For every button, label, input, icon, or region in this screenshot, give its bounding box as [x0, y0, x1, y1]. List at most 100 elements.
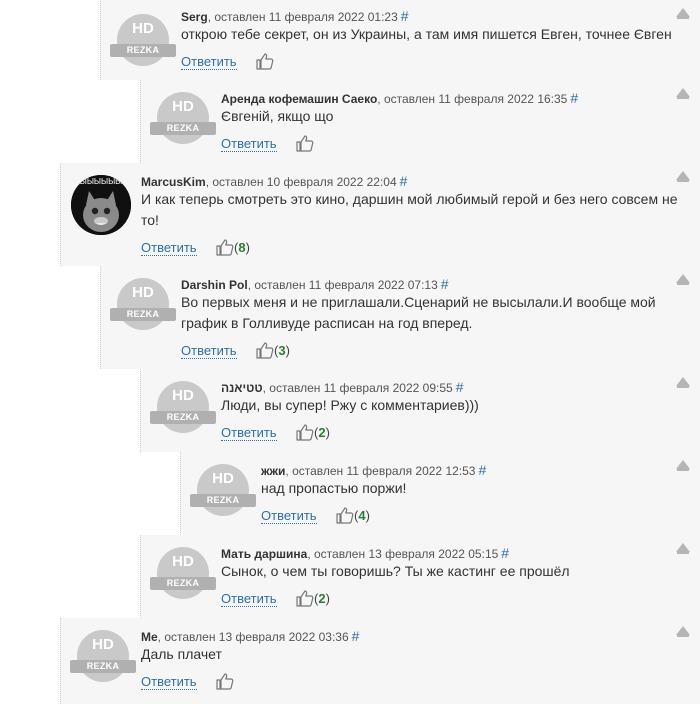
reply-button[interactable]: Ответить — [141, 675, 197, 690]
comment-author[interactable]: жжи — [261, 464, 285, 478]
avatar-hd-text: HD — [132, 20, 154, 37]
permalink-hash[interactable]: # — [352, 628, 360, 644]
avatar[interactable]: HD REZKA — [70, 630, 136, 682]
comment-date: , оставлен 13 февраля 2022 05:15 — [307, 547, 499, 561]
comment-text: Сынок, о чем ты говоришь? Ты же кастинг … — [221, 563, 570, 579]
avatar-caption: ЫЫЫЫЫЫ — [79, 177, 123, 186]
permalink-hash[interactable]: # — [400, 173, 408, 189]
permalink-hash[interactable]: # — [570, 90, 578, 106]
avatar-hd-text: HD — [212, 470, 234, 487]
comment-date: , оставлен 11 февраля 2022 09:55 — [262, 381, 453, 395]
comment-meta: Мать даршина, оставлен 13 февраля 2022 0… — [221, 545, 509, 561]
avatar[interactable]: HD REZKA — [150, 92, 216, 144]
avatar[interactable]: HD REZKA — [110, 278, 176, 330]
reply-button[interactable]: Ответить — [221, 592, 277, 607]
comment: HD REZKA טטיאנה, оставлен 11 февраля 2022 … — [140, 369, 700, 452]
avatar-rezka-text: REZKA — [150, 122, 216, 135]
avatar-hd-text: HD — [172, 387, 194, 404]
reply-button[interactable]: Ответить — [181, 55, 237, 70]
comment-meta: жжи, оставлен 11 февраля 2022 12:53 # — [261, 462, 486, 478]
comment-meta: טטיאנה, оставлен 11 февраля 2022 09:55 # — [221, 379, 463, 395]
comment-author[interactable]: Мать даршина — [221, 547, 307, 561]
comment-author[interactable]: Аренда кофемашин Саеко — [221, 92, 377, 106]
comment-meta: Darshin Pol, оставлен 11 февраля 2022 07… — [181, 276, 449, 292]
avatar[interactable]: ЫЫЫЫЫЫ — [71, 175, 131, 235]
comment-text: Євгеній, якщо що — [221, 108, 334, 124]
comments-thread: HD REZKA Serg, оставлен 11 февраля 2022 01… — [0, 0, 700, 704]
report-icon[interactable] — [674, 375, 692, 389]
avatar-rezka-text: REZKA — [110, 308, 176, 321]
comment-author[interactable]: Me — [141, 630, 158, 644]
comment: HD REZKA Аренда кофемашин Саеко, оставлен … — [140, 80, 700, 163]
comment-text: Люди, вы супер! Ржу с комментариев))) — [221, 397, 479, 413]
comment-date: , оставлен 11 февраля 2022 16:35 — [377, 92, 568, 106]
permalink-hash[interactable]: # — [501, 545, 509, 561]
like-icon[interactable] — [295, 422, 315, 442]
comment-date: , оставлен 11 февраля 2022 01:23 — [207, 10, 398, 24]
like-icon[interactable] — [255, 340, 275, 360]
comment: HD REZKA Me, оставлен 13 февраля 2022 03:3… — [60, 618, 700, 704]
permalink-hash[interactable]: # — [441, 276, 449, 292]
report-icon[interactable] — [674, 458, 692, 472]
report-icon[interactable] — [674, 6, 692, 20]
avatar-hd-text: HD — [172, 553, 194, 570]
avatar-hd-text: HD — [92, 636, 114, 653]
comment-text: И как теперь смотреть это кино, даршин м… — [141, 191, 678, 228]
permalink-hash[interactable]: # — [478, 462, 486, 478]
avatar[interactable]: HD REZKA — [110, 14, 176, 66]
comment-date: , оставлен 11 февраля 2022 12:53 — [285, 464, 476, 478]
like-count: (8) — [234, 240, 250, 255]
comment-author[interactable]: טטיאנה — [221, 381, 263, 395]
avatar-rezka-text: REZKA — [150, 411, 216, 424]
report-icon[interactable] — [674, 169, 692, 183]
comment-text: Во первых меня и не приглашали.Сценарий … — [181, 294, 656, 331]
reply-button[interactable]: Ответить — [261, 509, 317, 524]
comment: HD REZKA Serg, оставлен 11 февраля 2022 01… — [100, 0, 700, 80]
comment: HD REZKA жжи, оставлен 11 февраля 2022 12:… — [180, 452, 700, 535]
avatar[interactable]: HD REZKA — [150, 381, 216, 433]
report-icon[interactable] — [674, 624, 692, 638]
like-icon[interactable] — [295, 133, 315, 153]
comment-meta: Serg, оставлен 11 февраля 2022 01:23 # — [181, 8, 409, 24]
comment: ЫЫЫЫЫЫ MarcusKim, оставлен 10 февраля 202… — [60, 163, 700, 266]
permalink-hash[interactable]: # — [456, 379, 464, 395]
like-icon[interactable] — [335, 505, 355, 525]
like-icon[interactable] — [255, 51, 275, 71]
comment-author[interactable]: MarcusKim — [141, 175, 206, 189]
report-icon[interactable] — [674, 86, 692, 100]
comment-date: , оставлен 13 февраля 2022 03:36 — [157, 630, 349, 644]
comment-meta: MarcusKim, оставлен 10 февраля 2022 22:0… — [141, 173, 407, 189]
comment-date: , оставлен 11 февраля 2022 07:13 — [247, 278, 438, 292]
like-icon[interactable] — [215, 237, 235, 257]
comment-date: , оставлен 10 февраля 2022 22:04 — [205, 175, 397, 189]
report-icon[interactable] — [674, 541, 692, 555]
like-icon[interactable] — [295, 588, 315, 608]
comment: HD REZKA Мать даршина, оставлен 13 февраля… — [140, 535, 700, 618]
permalink-hash[interactable]: # — [401, 8, 409, 24]
comment-text: открою тебе секрет, он из Украины, а там… — [181, 26, 672, 42]
like-count: (3) — [274, 343, 290, 358]
comment-meta: Me, оставлен 13 февраля 2022 03:36 # — [141, 628, 359, 644]
comment-text: Даль плачет — [141, 646, 222, 662]
comment-author[interactable]: Darshin Pol — [181, 278, 248, 292]
reply-button[interactable]: Ответить — [181, 344, 237, 359]
reply-button[interactable]: Ответить — [141, 241, 197, 256]
like-count: (2) — [314, 591, 330, 606]
comment-meta: Аренда кофемашин Саеко, оставлен 11 февр… — [221, 90, 578, 106]
avatar-rezka-text: REZKA — [70, 660, 136, 673]
report-icon[interactable] — [674, 272, 692, 286]
avatar-hd-text: HD — [172, 98, 194, 115]
comment-author[interactable]: Serg — [181, 10, 208, 24]
like-count: (4) — [354, 508, 370, 523]
like-count: (2) — [314, 425, 330, 440]
like-icon[interactable] — [215, 671, 235, 691]
reply-button[interactable]: Ответить — [221, 137, 277, 152]
avatar-rezka-text: REZKA — [110, 44, 176, 57]
avatar-rezka-text: REZKA — [190, 494, 256, 507]
avatar[interactable]: HD REZKA — [150, 547, 216, 599]
avatar[interactable]: HD REZKA — [190, 464, 256, 516]
reply-button[interactable]: Ответить — [221, 426, 277, 441]
avatar-rezka-text: REZKA — [150, 577, 216, 590]
avatar-hd-text: HD — [132, 284, 154, 301]
comment: HD REZKA Darshin Pol, оставлен 11 февраля … — [100, 266, 700, 369]
